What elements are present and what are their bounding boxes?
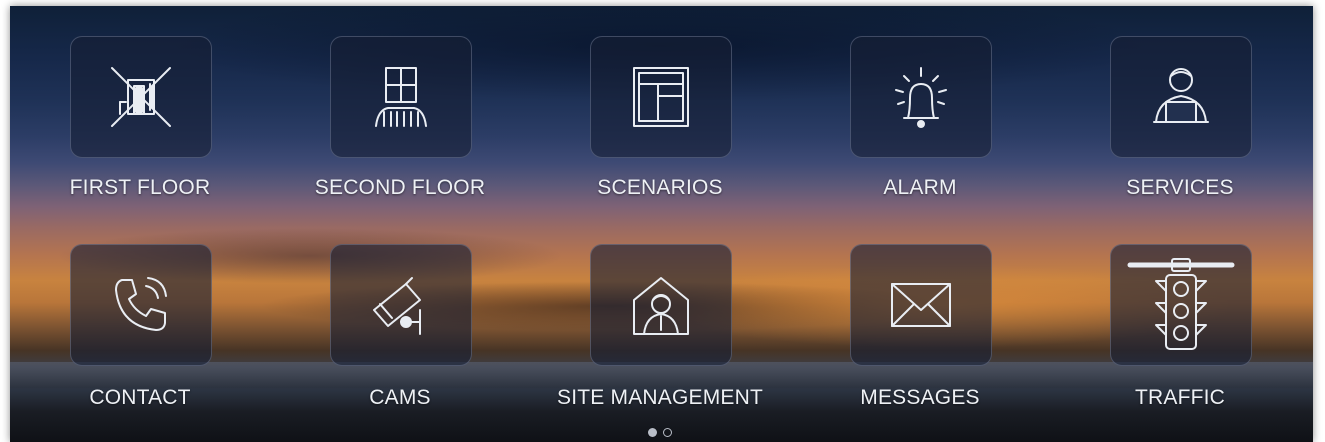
traffic-light-icon xyxy=(1127,258,1235,350)
scenarios-tile[interactable] xyxy=(590,36,732,158)
messages-label[interactable]: MESSAGES xyxy=(770,386,1070,410)
home-dashboard: FIRST FLOOR SECOND FLOOR SCENARIOS ALARM… xyxy=(10,6,1313,442)
balcony-window-icon xyxy=(375,67,427,127)
page-dot-2[interactable] xyxy=(663,428,672,437)
site-management-label[interactable]: SITE MANAGEMENT xyxy=(510,386,810,410)
room-icon xyxy=(111,67,171,127)
house-person-icon xyxy=(633,277,689,335)
envelope-icon xyxy=(891,283,951,327)
services-tile[interactable] xyxy=(1110,36,1252,158)
traffic-label[interactable]: TRAFFIC xyxy=(1030,386,1313,410)
contact-tile[interactable] xyxy=(70,244,212,366)
messages-tile[interactable] xyxy=(850,244,992,366)
cams-label[interactable]: CAMS xyxy=(250,386,550,410)
second-floor-tile[interactable] xyxy=(330,36,472,158)
alarm-label[interactable]: ALARM xyxy=(770,176,1070,200)
phone-icon xyxy=(115,277,167,331)
second-floor-label[interactable]: SECOND FLOOR xyxy=(250,176,550,200)
alarm-bell-icon xyxy=(895,67,947,128)
scenarios-label[interactable]: SCENARIOS xyxy=(510,176,810,200)
traffic-tile[interactable] xyxy=(1110,244,1252,366)
first-floor-tile[interactable] xyxy=(70,36,212,158)
page-dot-1[interactable] xyxy=(648,428,657,437)
alarm-tile[interactable] xyxy=(850,36,992,158)
layout-icon xyxy=(633,67,689,127)
services-label[interactable]: SERVICES xyxy=(1030,176,1313,200)
security-camera-icon xyxy=(373,277,421,335)
first-floor-label[interactable]: FIRST FLOOR xyxy=(10,176,290,200)
page-indicator xyxy=(648,428,672,437)
site-management-tile[interactable] xyxy=(590,244,732,366)
contact-label[interactable]: CONTACT xyxy=(10,386,290,410)
person-laptop-icon xyxy=(1153,68,1209,123)
cams-tile[interactable] xyxy=(330,244,472,366)
